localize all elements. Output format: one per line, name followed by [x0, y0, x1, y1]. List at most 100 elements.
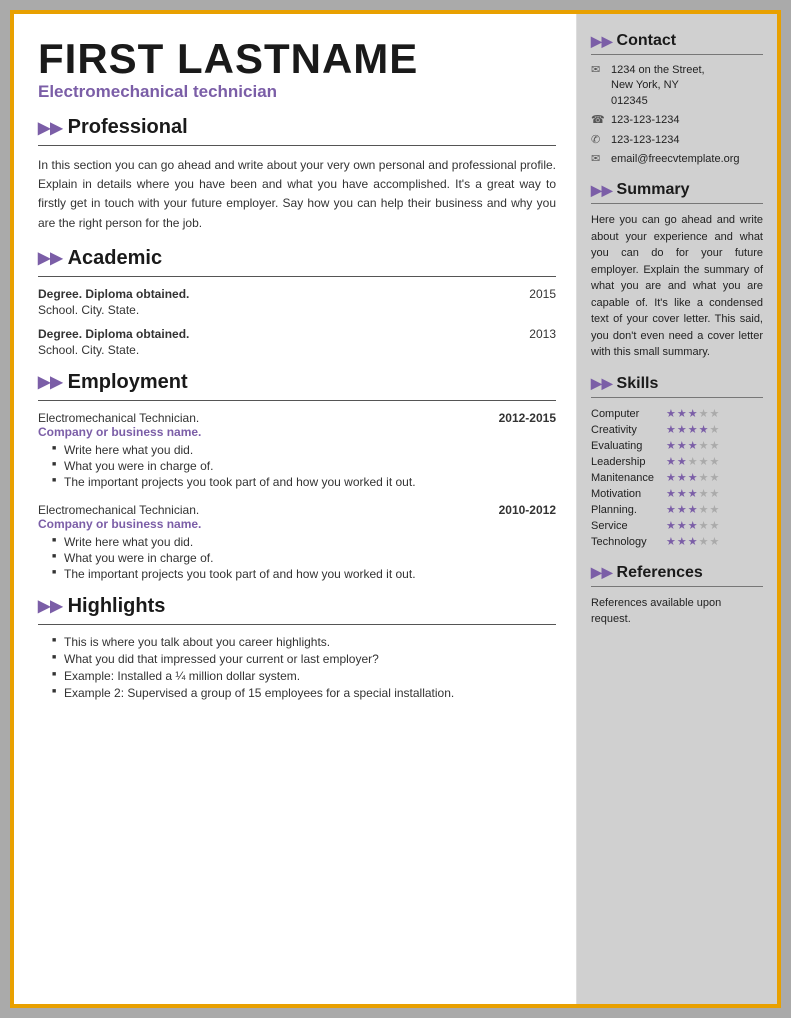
academic-entry-2: Degree. Diploma obtained. 2013	[38, 327, 556, 341]
academic-heading: Academic	[68, 247, 163, 270]
academic-degree-1: Degree. Diploma obtained.	[38, 287, 189, 301]
references-section-header: ▶▶ References	[591, 564, 763, 582]
contact-divider	[591, 54, 763, 55]
employment-entry-2: Electromechanical Technician. 2010-2012 …	[38, 503, 556, 581]
phone-icon: ☎	[591, 113, 605, 126]
address-icon: ✉	[591, 63, 605, 76]
skill-row: Service★★★★★	[591, 518, 763, 534]
skill-stars: ★★★★★	[666, 454, 763, 470]
skill-stars: ★★★★★	[666, 438, 763, 454]
skill-row: Creativity★★★★★	[591, 422, 763, 438]
left-column: FIRST LASTNAME Electromechanical technic…	[14, 14, 577, 1004]
skill-row: Manitenance★★★★★	[591, 470, 763, 486]
skill-name: Creativity	[591, 422, 666, 438]
highlight-4: Example 2: Supervised a group of 15 empl…	[54, 686, 556, 700]
references-heading: References	[617, 564, 703, 582]
contact-arrows-icon: ▶▶	[591, 33, 613, 50]
employment-company-1: Company or business name.	[38, 425, 556, 439]
skill-name: Leadership	[591, 454, 666, 470]
contact-phone1: 123-123-1234	[611, 113, 680, 128]
employment-section-header: ▶▶ Employment	[38, 371, 556, 394]
skill-row: Technology★★★★★	[591, 534, 763, 550]
candidate-title: Electromechanical technician	[38, 82, 556, 102]
skill-name: Motivation	[591, 486, 666, 502]
contact-section-header: ▶▶ Contact	[591, 32, 763, 50]
bullet-1-2: What you were in charge of.	[54, 459, 556, 473]
right-column: ▶▶ Contact ✉ 1234 on the Street,New York…	[577, 14, 777, 1004]
skill-row: Computer★★★★★	[591, 406, 763, 422]
contact-heading: Contact	[617, 32, 677, 50]
academic-school-1: School. City. State.	[38, 303, 556, 317]
references-section: ▶▶ References References available upon …	[591, 564, 763, 628]
skill-row: Planning.★★★★★	[591, 502, 763, 518]
employment-bullets-2: Write here what you did. What you were i…	[38, 535, 556, 581]
employment-title-1: Electromechanical Technician.	[38, 411, 199, 425]
professional-heading: Professional	[68, 116, 188, 139]
contact-phone2: 123-123-1234	[611, 133, 680, 148]
skill-name: Computer	[591, 406, 666, 422]
highlights-bullets: This is where you talk about you career …	[38, 635, 556, 700]
employment-dates-1: 2012-2015	[499, 411, 556, 425]
fax-icon: ✆	[591, 133, 605, 146]
skill-stars: ★★★★★	[666, 502, 763, 518]
professional-text: In this section you can go ahead and wri…	[38, 156, 556, 233]
skill-name: Planning.	[591, 502, 666, 518]
skill-name: Technology	[591, 534, 666, 550]
contact-phone1-item: ☎ 123-123-1234	[591, 113, 763, 128]
bullet-2-1: Write here what you did.	[54, 535, 556, 549]
highlights-arrows-icon: ▶▶	[38, 596, 63, 616]
summary-text: Here you can go ahead and write about yo…	[591, 212, 763, 361]
employment-header-1: Electromechanical Technician. 2012-2015	[38, 411, 556, 425]
skills-heading: Skills	[617, 375, 659, 393]
academic-year-1: 2015	[529, 287, 556, 301]
skill-stars: ★★★★★	[666, 534, 763, 550]
skill-row: Leadership★★★★★	[591, 454, 763, 470]
skill-row: Evaluating★★★★★	[591, 438, 763, 454]
skill-stars: ★★★★★	[666, 518, 763, 534]
contact-address: 1234 on the Street,New York, NY012345	[611, 63, 705, 109]
employment-dates-2: 2010-2012	[499, 503, 556, 517]
skill-row: Motivation★★★★★	[591, 486, 763, 502]
skills-divider	[591, 397, 763, 398]
skill-name: Service	[591, 518, 666, 534]
contact-email: email@freecvtemplate.org	[611, 152, 740, 167]
professional-arrows-icon: ▶▶	[38, 118, 63, 138]
contact-address-item: ✉ 1234 on the Street,New York, NY012345	[591, 63, 763, 109]
skill-stars: ★★★★★	[666, 470, 763, 486]
summary-divider	[591, 203, 763, 204]
email-icon: ✉	[591, 152, 605, 165]
employment-bullets-1: Write here what you did. What you were i…	[38, 443, 556, 489]
academic-school-2: School. City. State.	[38, 343, 556, 357]
skills-section-header: ▶▶ Skills	[591, 375, 763, 393]
employment-title-2: Electromechanical Technician.	[38, 503, 199, 517]
highlight-1: This is where you talk about you career …	[54, 635, 556, 649]
bullet-1-3: The important projects you took part of …	[54, 475, 556, 489]
skill-stars: ★★★★★	[666, 422, 763, 438]
employment-heading: Employment	[68, 371, 188, 394]
contact-email-item: ✉ email@freecvtemplate.org	[591, 152, 763, 167]
employment-header-2: Electromechanical Technician. 2010-2012	[38, 503, 556, 517]
contact-phone2-item: ✆ 123-123-1234	[591, 133, 763, 148]
employment-company-2: Company or business name.	[38, 517, 556, 531]
academic-year-2: 2013	[529, 327, 556, 341]
skill-stars: ★★★★★	[666, 406, 763, 422]
bullet-2-2: What you were in charge of.	[54, 551, 556, 565]
academic-entry-1: Degree. Diploma obtained. 2015	[38, 287, 556, 301]
highlights-heading: Highlights	[68, 595, 166, 618]
employment-entry-1: Electromechanical Technician. 2012-2015 …	[38, 411, 556, 489]
resume-page: FIRST LASTNAME Electromechanical technic…	[10, 10, 781, 1008]
academic-section-header: ▶▶ Academic	[38, 247, 556, 270]
bullet-1-1: Write here what you did.	[54, 443, 556, 457]
professional-divider	[38, 145, 556, 146]
summary-heading: Summary	[617, 181, 690, 199]
references-divider	[591, 586, 763, 587]
summary-section: ▶▶ Summary Here you can go ahead and wri…	[591, 181, 763, 361]
skills-arrows-icon: ▶▶	[591, 375, 613, 392]
summary-arrows-icon: ▶▶	[591, 182, 613, 199]
candidate-name: FIRST LASTNAME	[38, 38, 556, 80]
employment-arrows-icon: ▶▶	[38, 372, 63, 392]
summary-section-header: ▶▶ Summary	[591, 181, 763, 199]
highlights-divider	[38, 624, 556, 625]
skills-table: Computer★★★★★Creativity★★★★★Evaluating★★…	[591, 406, 763, 550]
highlights-section-header: ▶▶ Highlights	[38, 595, 556, 618]
